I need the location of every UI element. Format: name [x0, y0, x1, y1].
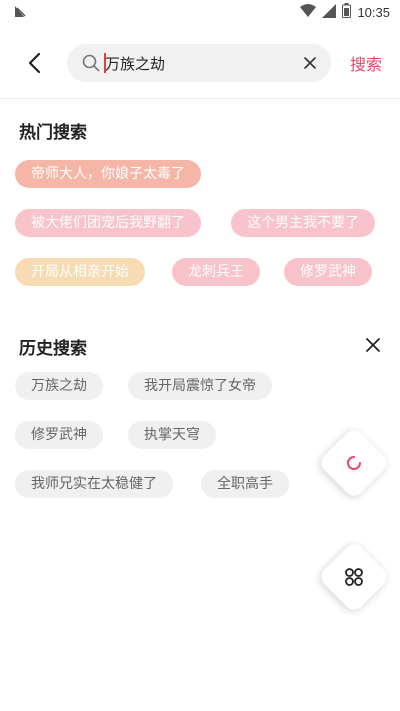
hot-tag[interactable]: 开局从相亲开始	[15, 258, 145, 286]
search-bar: 搜索	[0, 42, 400, 84]
search-box[interactable]	[67, 44, 331, 82]
battery-icon	[342, 2, 352, 22]
history-tag[interactable]: 执掌天穹	[128, 421, 216, 449]
divider	[0, 98, 400, 99]
hot-tag[interactable]: 被大佬们团宠后我野翻了	[15, 209, 201, 237]
status-time: 10:35	[357, 4, 390, 20]
notification-icon	[12, 4, 28, 20]
status-right: 10:35	[300, 2, 390, 22]
wifi-icon	[300, 3, 317, 22]
history-title: 历史搜索	[19, 339, 87, 359]
hot-search-title: 热门搜索	[19, 123, 87, 143]
clear-search-icon[interactable]	[301, 54, 319, 72]
history-tag[interactable]: 全职高手	[201, 470, 289, 498]
hot-tag[interactable]: 这个男主我不要了	[231, 209, 375, 237]
hot-tag[interactable]: 帝师大人，你娘子太毒了	[15, 160, 201, 188]
clear-history-icon[interactable]	[364, 336, 382, 354]
menu-button[interactable]	[317, 540, 391, 614]
status-bar: 10:35	[0, 0, 400, 24]
history-tag[interactable]: 我师兄实在太稳健了	[15, 470, 173, 498]
search-input[interactable]	[105, 44, 295, 82]
grid-icon	[345, 568, 363, 586]
history-tag[interactable]: 我开局震惊了女帝	[128, 372, 272, 400]
search-button[interactable]: 搜索	[350, 51, 382, 75]
history-tag[interactable]: 修罗武神	[15, 421, 103, 449]
hot-tag[interactable]: 修罗武神	[284, 258, 372, 286]
back-button[interactable]	[22, 50, 46, 76]
search-icon	[82, 54, 100, 72]
refresh-button[interactable]	[317, 426, 391, 500]
refresh-icon	[347, 456, 361, 470]
history-tag[interactable]: 万族之劫	[15, 372, 103, 400]
chevron-left-icon	[28, 52, 41, 74]
signal-icon	[322, 3, 337, 22]
hot-tag[interactable]: 龙刺兵王	[172, 258, 260, 286]
